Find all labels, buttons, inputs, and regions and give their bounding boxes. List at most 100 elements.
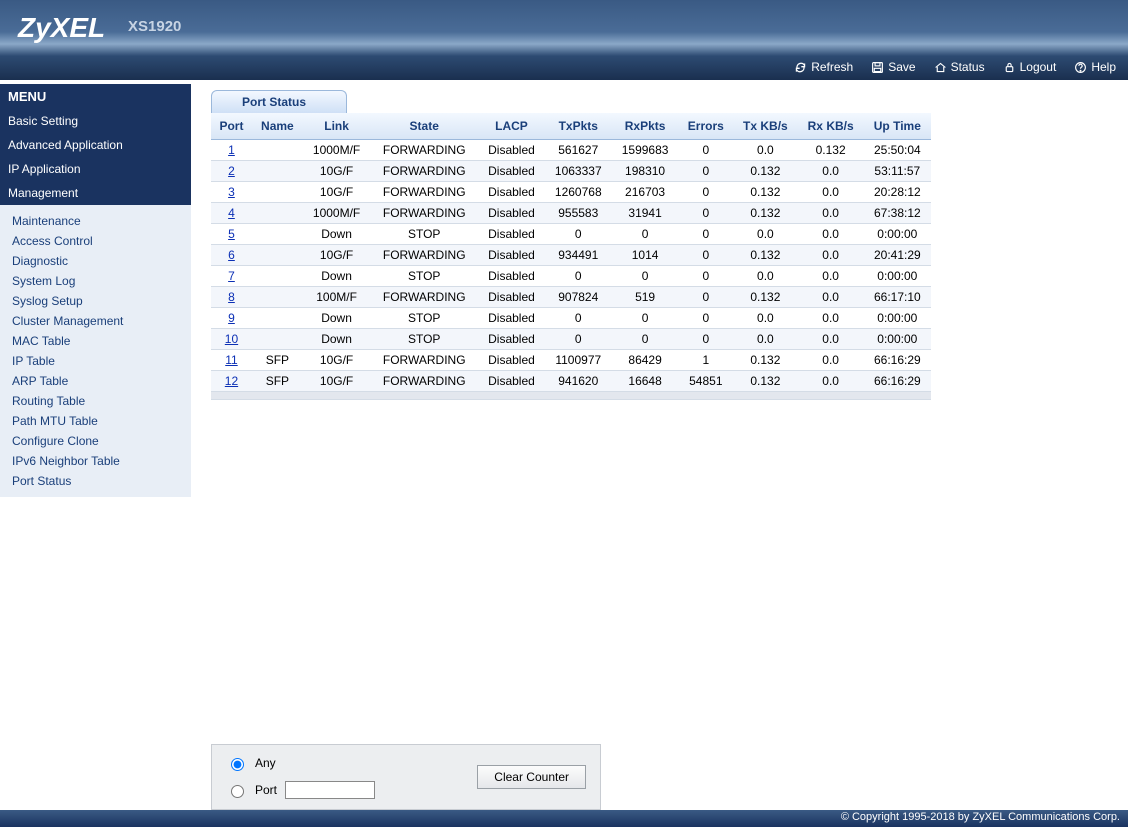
port-link[interactable]: 1 [211,140,252,161]
sidebar-item-management[interactable]: Management [0,181,191,205]
cell-errors: 54851 [678,371,733,392]
cell-link: 10G/F [303,350,371,371]
cell-link: 1000M/F [303,140,371,161]
port-link[interactable]: 9 [211,308,252,329]
cell-uptime: 20:28:12 [864,182,931,203]
port-link[interactable]: 6 [211,245,252,266]
refresh-link[interactable]: Refresh [794,60,853,74]
sidebar-subitem-routing-table[interactable]: Routing Table [0,391,191,411]
port-link[interactable]: 11 [225,353,237,367]
table-row: 11SFP10G/FFORWARDINGDisabled110097786429… [211,350,931,371]
cell-uptime: 67:38:12 [864,203,931,224]
port-link[interactable]: 8 [228,290,235,304]
port-link[interactable]: 1 [228,143,235,157]
save-icon [871,61,884,74]
sidebar-item-ip-application[interactable]: IP Application [0,157,191,181]
sidebar-subitem-diagnostic[interactable]: Diagnostic [0,251,191,271]
cell-state: STOP [370,224,478,245]
sidebar-subitem-cluster-management[interactable]: Cluster Management [0,311,191,331]
save-link[interactable]: Save [871,60,915,74]
col-port: Port [211,113,252,140]
cell-txkb: 0.0 [733,224,798,245]
cell-txkb: 0.0 [733,140,798,161]
sidebar-subitem-access-control[interactable]: Access Control [0,231,191,251]
cell-rxpkts: 198310 [612,161,679,182]
cell-lacp: Disabled [478,245,545,266]
table-footer-bar [211,392,931,400]
cell-uptime: 66:16:29 [864,350,931,371]
radio-any-row[interactable]: Any [226,755,375,771]
sidebar-subitem-maintenance[interactable]: Maintenance [0,211,191,231]
cell-lacp: Disabled [478,266,545,287]
table-row: 310G/FFORWARDINGDisabled126076821670300.… [211,182,931,203]
help-link[interactable]: Help [1074,60,1116,74]
port-input[interactable] [285,781,375,799]
port-link[interactable]: 3 [211,182,252,203]
radio-any[interactable] [231,758,244,771]
cell-rxpkts: 0 [612,329,679,350]
port-link[interactable]: 6 [228,248,235,262]
port-link[interactable]: 11 [211,350,252,371]
sidebar-subitem-port-status[interactable]: Port Status [0,471,191,491]
port-link[interactable]: 2 [228,164,235,178]
sidebar-item-basic-setting[interactable]: Basic Setting [0,109,191,133]
sidebar-subitem-ipv6-neighbor-table[interactable]: IPv6 Neighbor Table [0,451,191,471]
cell-rxpkts: 86429 [612,350,679,371]
cell-link: Down [303,266,371,287]
port-link[interactable]: 4 [228,206,235,220]
cell-link: 10G/F [303,371,371,392]
cell-uptime: 66:16:29 [864,371,931,392]
cell-txpkts: 1100977 [545,350,612,371]
port-link[interactable]: 12 [225,374,238,388]
port-link[interactable]: 2 [211,161,252,182]
sidebar-subitem-system-log[interactable]: System Log [0,271,191,291]
port-link[interactable]: 5 [211,224,252,245]
port-link[interactable]: 5 [228,227,235,241]
logout-link[interactable]: Logout [1003,60,1057,74]
help-icon [1074,61,1087,74]
port-link[interactable]: 10 [211,329,252,350]
sidebar-item-advanced-application[interactable]: Advanced Application [0,133,191,157]
port-link[interactable]: 10 [225,332,238,346]
sidebar: MENU Basic Setting Advanced Application … [0,80,191,810]
table-row: 610G/FFORWARDINGDisabled934491101400.132… [211,245,931,266]
radio-port-row[interactable]: Port [226,781,375,799]
cell-lacp: Disabled [478,203,545,224]
port-link[interactable]: 8 [211,287,252,308]
cell-errors: 0 [678,161,733,182]
col-state: State [370,113,478,140]
cell-state: FORWARDING [370,371,478,392]
radio-port[interactable] [231,785,244,798]
table-row: 12SFP10G/FFORWARDINGDisabled941620166485… [211,371,931,392]
port-link[interactable]: 9 [228,311,235,325]
col-rx-kb-s: Rx KB/s [798,113,864,140]
clear-counter-button[interactable]: Clear Counter [477,765,586,789]
cell-name [252,182,303,203]
sidebar-subitem-configure-clone[interactable]: Configure Clone [0,431,191,451]
cell-errors: 0 [678,140,733,161]
cell-link: 10G/F [303,245,371,266]
sidebar-subitem-arp-table[interactable]: ARP Table [0,371,191,391]
cell-link: 10G/F [303,161,371,182]
cell-name [252,245,303,266]
cell-link: Down [303,224,371,245]
cell-rxkb: 0.0 [798,287,864,308]
sidebar-subitem-mac-table[interactable]: MAC Table [0,331,191,351]
port-link[interactable]: 4 [211,203,252,224]
sidebar-subitem-path-mtu-table[interactable]: Path MTU Table [0,411,191,431]
lock-icon [1003,61,1016,74]
cell-state: FORWARDING [370,287,478,308]
sidebar-subitem-ip-table[interactable]: IP Table [0,351,191,371]
cell-lacp: Disabled [478,350,545,371]
sidebar-subitem-syslog-setup[interactable]: Syslog Setup [0,291,191,311]
port-link[interactable]: 7 [211,266,252,287]
cell-name [252,224,303,245]
port-link[interactable]: 12 [211,371,252,392]
port-link[interactable]: 3 [228,185,235,199]
status-link[interactable]: Status [934,60,985,74]
cell-lacp: Disabled [478,287,545,308]
port-link[interactable]: 7 [228,269,235,283]
cell-txpkts: 1063337 [545,161,612,182]
cell-txpkts: 0 [545,308,612,329]
cell-errors: 1 [678,350,733,371]
